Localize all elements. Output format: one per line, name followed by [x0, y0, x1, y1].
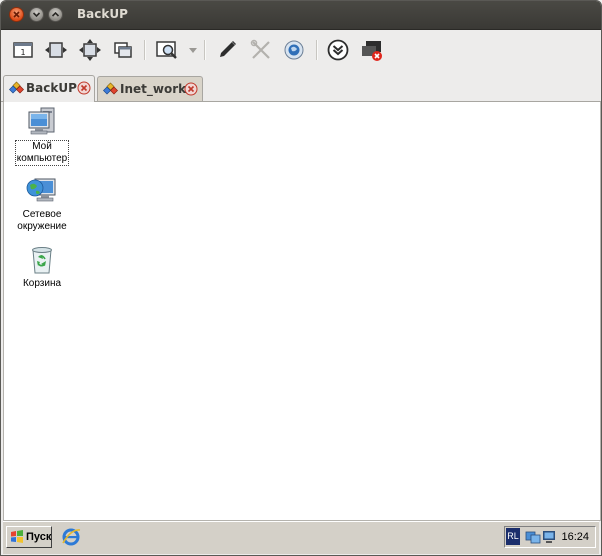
scale-width-icon — [45, 42, 67, 58]
label-line-1: Мой — [32, 141, 52, 152]
windows-button[interactable] — [111, 38, 135, 62]
svg-text:1: 1 — [20, 48, 25, 57]
window-title: BackUP — [77, 7, 128, 21]
pen-icon — [220, 41, 236, 57]
download-button[interactable] — [326, 38, 350, 62]
chevron-down-icon — [32, 12, 41, 18]
close-icon — [13, 11, 20, 18]
toolbar-separator — [144, 40, 146, 60]
network-places-icon — [26, 178, 56, 202]
toolbar-separator — [204, 40, 206, 60]
label-line-2: окружение — [17, 221, 67, 232]
scale-both-button[interactable] — [78, 38, 102, 62]
remote-taskbar: Пуск RL 16:24 — [3, 521, 599, 554]
zoom-dropdown-button[interactable] — [187, 38, 199, 62]
windows-logo-icon — [11, 530, 23, 543]
chevron-up-icon — [51, 11, 60, 17]
window-minimize-button[interactable] — [29, 7, 44, 22]
pen-button[interactable] — [215, 38, 239, 62]
start-label: Пуск — [26, 531, 52, 543]
start-button[interactable]: Пуск — [6, 526, 52, 548]
remote-desktop-window: BackUP 1 BackUP Inet_work Мой компьютер … — [0, 0, 602, 556]
network-tray-icon[interactable] — [525, 529, 541, 545]
tab-backup[interactable]: BackUP — [3, 75, 95, 102]
fit-screen-icon: 1 — [13, 42, 33, 58]
fit-screen-button[interactable]: 1 — [11, 38, 35, 62]
desktop-icon-recycle-bin[interactable]: Корзина — [7, 244, 77, 290]
tools-icon — [250, 39, 270, 59]
zoom-icon — [156, 41, 177, 59]
internet-explorer-icon — [62, 528, 81, 546]
network-tray-icon-2[interactable] — [542, 529, 556, 545]
globe-icon — [284, 40, 304, 60]
title-bar: BackUP — [1, 1, 601, 30]
download-circle-icon — [327, 39, 349, 61]
remote-desktop-icon — [103, 82, 118, 95]
globe-button[interactable] — [282, 38, 306, 62]
toolbar: 1 — [1, 30, 601, 70]
window-close-button[interactable] — [9, 7, 24, 22]
desktop-icon-network-places[interactable]: Сетевое окружение — [7, 175, 77, 233]
my-computer-icon — [28, 107, 55, 135]
tab-inet-work[interactable]: Inet_work — [97, 76, 203, 101]
tools-button[interactable] — [249, 38, 273, 62]
remote-desktop-icon — [9, 81, 24, 94]
close-tab-icon[interactable] — [77, 81, 91, 95]
windows-icon — [114, 42, 132, 58]
desktop-icon-label: Корзина — [22, 278, 62, 289]
desktop-icon-label: Сетевое окружение — [7, 209, 77, 233]
clock[interactable]: 16:24 — [561, 531, 589, 543]
desktop-icon-label: Мой компьютер — [14, 140, 70, 166]
tab-label: Inet_work — [120, 82, 187, 96]
label-line-2: компьютер — [16, 153, 68, 164]
scale-both-icon — [79, 39, 101, 61]
zoom-button[interactable] — [155, 38, 179, 62]
tab-label: BackUP — [26, 81, 77, 95]
recycle-bin-icon — [32, 247, 52, 274]
toolbar-separator — [316, 40, 318, 60]
disconnect-button[interactable] — [360, 38, 384, 62]
scale-width-button[interactable] — [44, 38, 68, 62]
tab-strip: BackUP Inet_work — [1, 71, 601, 102]
window-maximize-button[interactable] — [48, 7, 63, 22]
dropdown-arrow-icon — [189, 48, 197, 53]
desktop-icon-my-computer[interactable]: Мой компьютер — [7, 106, 77, 166]
label-line-1: Сетевое — [22, 209, 62, 220]
language-indicator[interactable]: RL — [506, 528, 520, 545]
disconnect-icon — [362, 41, 382, 61]
close-tab-icon[interactable] — [184, 82, 198, 96]
quick-launch-ie[interactable] — [61, 527, 81, 547]
remote-desktop-area[interactable]: Мой компьютер Сетевое окружение Корзина — [3, 102, 601, 521]
